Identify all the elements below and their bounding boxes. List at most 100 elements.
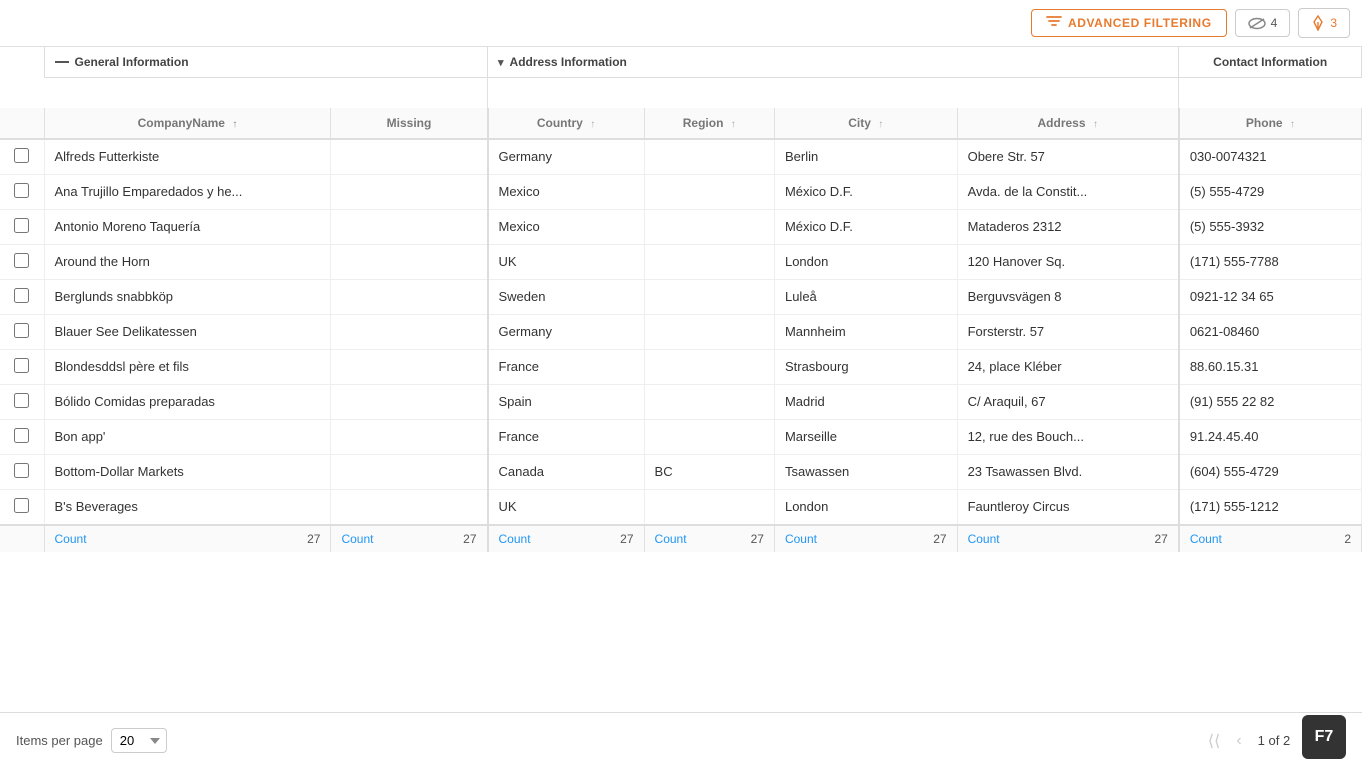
table-row: Around the HornUKLondon120 Hanover Sq.(1… [0,244,1362,279]
table-row: Antonio Moreno TaqueríaMexicoMéxico D.F.… [0,209,1362,244]
group-general-label: General Information [75,55,189,69]
table-row: Berglunds snabbköpSwedenLuleåBerguvsväge… [0,279,1362,314]
cell-region [644,349,774,384]
sort-companyname-icon[interactable]: ↑ [232,119,237,130]
col-header-phone[interactable]: Phone ↑ [1179,108,1362,139]
sort-address-icon[interactable]: ↑ [1093,119,1098,130]
group-general-info: General Information [44,47,488,78]
row-checkbox[interactable] [14,463,29,478]
cell-city: Tsawassen [774,454,957,489]
col-header-missing[interactable]: Missing [331,108,488,139]
count-cell-city: Count 27 [774,525,957,552]
filter-icon [1046,16,1062,30]
sort-region-icon[interactable]: ↑ [731,119,736,130]
group-address-label: Address Information [510,55,627,69]
pinned-columns-button[interactable]: 3 [1298,8,1350,38]
cell-country: Spain [488,384,645,419]
count-cell-address: Count 27 [957,525,1179,552]
count-value-address: 27 [1154,532,1167,546]
count-value-companyname: 27 [307,532,320,546]
sort-country-icon[interactable]: ↑ [590,119,595,130]
count-label-companyname[interactable]: Count [55,532,87,546]
table-row: B's BeveragesUKLondonFauntleroy Circus(1… [0,489,1362,525]
table-row: Ana Trujillo Emparedados y he...MexicoMé… [0,174,1362,209]
first-page-button[interactable]: ⟨⟨ [1202,727,1226,755]
cell-missing [331,279,488,314]
row-checkbox[interactable] [14,148,29,163]
cell-address: Avda. de la Constit... [957,174,1179,209]
advanced-filter-label: ADVANCED FILTERING [1068,16,1212,30]
row-checkbox[interactable] [14,218,29,233]
cell-country: Germany [488,314,645,349]
cell-city: Berlin [774,139,957,175]
count-label-country[interactable]: Count [499,532,531,546]
cell-phone: (5) 555-4729 [1179,174,1362,209]
table-row: Bólido Comidas preparadasSpainMadridC/ A… [0,384,1362,419]
cell-companyname: Around the Horn [44,244,331,279]
collapse-general-icon[interactable] [55,61,69,63]
row-checkbox[interactable] [14,393,29,408]
cell-city: London [774,489,957,525]
group-address-info: ▾ Address Information [488,47,1179,78]
cell-city: México D.F. [774,174,957,209]
row-checkbox[interactable] [14,183,29,198]
cell-address: 12, rue des Bouch... [957,419,1179,454]
row-checkbox[interactable] [14,253,29,268]
sort-city-icon[interactable]: ↑ [878,119,883,130]
cell-phone: 0921-12 34 65 [1179,279,1362,314]
cell-companyname: Blondesddsl père et fils [44,349,331,384]
col-header-city[interactable]: City ↑ [774,108,957,139]
checkbox-col-header [0,47,44,78]
count-value-region: 27 [751,532,764,546]
cell-region [644,139,774,175]
col-header-region[interactable]: Region ↑ [644,108,774,139]
sort-phone-icon[interactable]: ↑ [1290,119,1295,130]
cell-missing [331,139,488,175]
col-header-country[interactable]: Country ↑ [488,108,645,139]
count-value-phone: 2 [1344,532,1351,546]
count-label-missing[interactable]: Count [341,532,373,546]
cell-region [644,209,774,244]
row-checkbox[interactable] [14,323,29,338]
cell-missing [331,384,488,419]
collapse-address-icon[interactable]: ▾ [498,56,504,69]
table-row: Bottom-Dollar MarketsCanadaBCTsawassen23… [0,454,1362,489]
row-checkbox[interactable] [14,288,29,303]
table-row: Blauer See DelikatessenGermanyMannheimFo… [0,314,1362,349]
cell-phone: 030-0074321 [1179,139,1362,175]
advanced-filter-button[interactable]: ADVANCED FILTERING [1031,9,1227,37]
select-all-header [0,108,44,139]
row-checkbox[interactable] [14,498,29,513]
column-header-row: CompanyName ↑ Missing Country ↑ Region ↑… [0,108,1362,139]
count-cell-region: Count 27 [644,525,774,552]
cell-country: Mexico [488,209,645,244]
cell-address: 120 Hanover Sq. [957,244,1179,279]
table-footer: Count 27 Count 27 Count 27 Count 27 Coun… [0,525,1362,552]
prev-page-button[interactable]: ‹ [1230,728,1247,754]
hidden-columns-button[interactable]: 4 [1235,9,1291,37]
count-label-address[interactable]: Count [968,532,1000,546]
cell-companyname: Ana Trujillo Emparedados y he... [44,174,331,209]
hidden-icon [1248,17,1266,30]
items-per-page-select[interactable]: 10 20 50 100 [111,728,167,753]
col-header-companyname[interactable]: CompanyName ↑ [44,108,331,139]
count-label-region[interactable]: Count [655,532,687,546]
cell-missing [331,454,488,489]
table-body: Alfreds FutterkisteGermanyBerlinObere St… [0,139,1362,525]
cell-phone: (604) 555-4729 [1179,454,1362,489]
count-row: Count 27 Count 27 Count 27 Count 27 Coun… [0,525,1362,552]
row-checkbox[interactable] [14,428,29,443]
hidden-count: 4 [1271,16,1278,30]
cell-phone: 91.24.45.40 [1179,419,1362,454]
count-cell-country: Count 27 [488,525,645,552]
cell-missing [331,419,488,454]
table-container: General Information ▾ Address Informatio… [0,47,1362,712]
col-header-address[interactable]: Address ↑ [957,108,1179,139]
count-label-phone[interactable]: Count [1190,532,1222,546]
cell-missing [331,489,488,525]
cell-region [644,279,774,314]
spacer-row [0,78,1362,108]
row-checkbox[interactable] [14,358,29,373]
table-row: Alfreds FutterkisteGermanyBerlinObere St… [0,139,1362,175]
count-label-city[interactable]: Count [785,532,817,546]
